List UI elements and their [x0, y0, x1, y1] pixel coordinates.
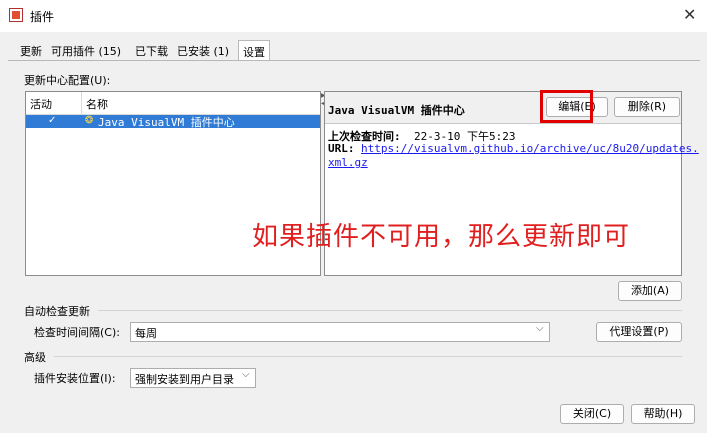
active-checkbox[interactable]: ✓ [48, 115, 56, 126]
chevron-down-icon[interactable]: ⌵ [536, 323, 544, 334]
window-title: 插件 [30, 10, 55, 24]
highlight-box [540, 90, 593, 123]
install-location-label: 插件安装位置(I): [34, 372, 116, 385]
section-divider [54, 356, 682, 357]
annotation-text: 如果插件不可用，那么更新即可 [252, 222, 631, 252]
row-name: Java VisualVM 插件中心 [98, 116, 235, 129]
add-button[interactable]: 添加(A) [618, 281, 682, 301]
visualvm-icon: ❂ [85, 115, 94, 126]
url-link-continued[interactable]: xml.gz [328, 156, 368, 169]
url-link[interactable]: https://visualvm.github.io/archive/uc/8u… [361, 142, 699, 155]
tab-settings[interactable]: 设置 [238, 40, 270, 61]
close-button[interactable]: 关闭(C) [560, 404, 624, 424]
update-center-label: 更新中心配置(U): [24, 74, 111, 87]
interval-select[interactable]: 每周 [130, 322, 550, 342]
url-label: URL: [328, 142, 355, 155]
title-bar [0, 0, 707, 32]
plugin-app-icon [9, 8, 23, 22]
section-divider [98, 310, 682, 311]
tab-downloaded[interactable]: 已下载 [131, 40, 172, 60]
tab-updates[interactable]: 更新 [16, 40, 46, 60]
column-divider [81, 92, 82, 114]
advanced-section-label: 高级 [24, 351, 46, 364]
tab-installed[interactable]: 已安装 (1) [173, 40, 233, 60]
delete-button[interactable]: 删除(R) [614, 97, 680, 117]
column-header-name[interactable]: 名称 [86, 96, 108, 112]
chevron-down-icon[interactable]: ⌵ [242, 369, 250, 380]
install-location-select[interactable]: 强制安装到用户目录 [130, 368, 256, 388]
detail-title: Java VisualVM 插件中心 [328, 104, 465, 117]
auto-check-section-label: 自动检查更新 [24, 305, 90, 318]
interval-label: 检查时间间隔(C): [34, 326, 120, 339]
column-header-active[interactable]: 活动 [30, 96, 52, 112]
proxy-settings-button[interactable]: 代理设置(P) [596, 322, 682, 342]
tab-available-plugins[interactable]: 可用插件 (15) [47, 40, 125, 60]
help-button[interactable]: 帮助(H) [631, 404, 695, 424]
close-icon[interactable]: ✕ [683, 5, 696, 24]
